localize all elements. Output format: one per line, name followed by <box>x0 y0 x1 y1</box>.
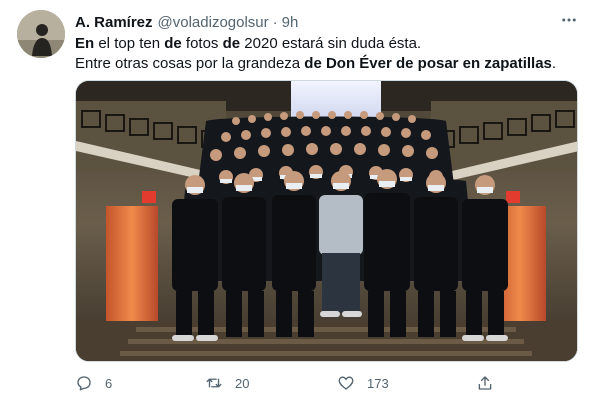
text-segment: Entre otras cosas por la grandeza <box>75 55 305 72</box>
tweet-photo[interactable] <box>75 80 578 362</box>
tweet-header: A. Ramírez @voladizogolsur · 9h <box>75 12 298 32</box>
heart-icon <box>338 376 354 390</box>
text-segment: fotos <box>181 35 223 52</box>
text-segment: de <box>222 35 241 52</box>
reply-icon <box>77 376 91 391</box>
silhouette-avatar-icon <box>17 10 65 58</box>
tweet-actions: 6 20 173 <box>75 372 580 394</box>
share-icon <box>478 376 492 390</box>
like-button[interactable]: 173 <box>337 372 389 394</box>
more-options-button[interactable] <box>558 10 580 30</box>
header-separator: · <box>272 13 278 31</box>
author-handle[interactable]: @voladizogolsur <box>158 14 269 31</box>
text-segment: En <box>75 35 95 52</box>
text-segment: de Don Éver de posar en zapatillas <box>304 55 552 72</box>
team-photo-image <box>76 81 577 361</box>
reply-button[interactable]: 6 <box>75 372 112 394</box>
text-segment: . <box>551 55 557 72</box>
tweet-text: En el top ten de fotos de 2020 estará si… <box>75 34 580 74</box>
like-count: 173 <box>367 375 389 391</box>
retweet-count: 20 <box>235 375 250 391</box>
author-display-name[interactable]: A. Ramírez <box>75 14 153 31</box>
author-avatar[interactable] <box>17 10 65 58</box>
retweet-button[interactable]: 20 <box>205 372 249 394</box>
tweet[interactable]: A. Ramírez @voladizogolsur · 9h En el to… <box>0 0 592 400</box>
share-button[interactable] <box>476 372 494 394</box>
retweet-icon <box>206 378 222 388</box>
text-segment: top ten <box>114 35 161 52</box>
reply-count: 6 <box>105 375 113 391</box>
text-segment: de <box>164 35 182 52</box>
tweet-timestamp[interactable]: 9h <box>282 14 299 31</box>
text-segment: el <box>94 35 115 52</box>
tweet-text-line-2: Entre otras cosas por la grandeza de Don… <box>75 54 580 74</box>
tweet-text-line-1: En el top ten de fotos de 2020 estará si… <box>75 34 580 54</box>
more-options-icon <box>562 18 576 22</box>
text-segment: 2020 estará sin duda ésta. <box>240 35 422 52</box>
